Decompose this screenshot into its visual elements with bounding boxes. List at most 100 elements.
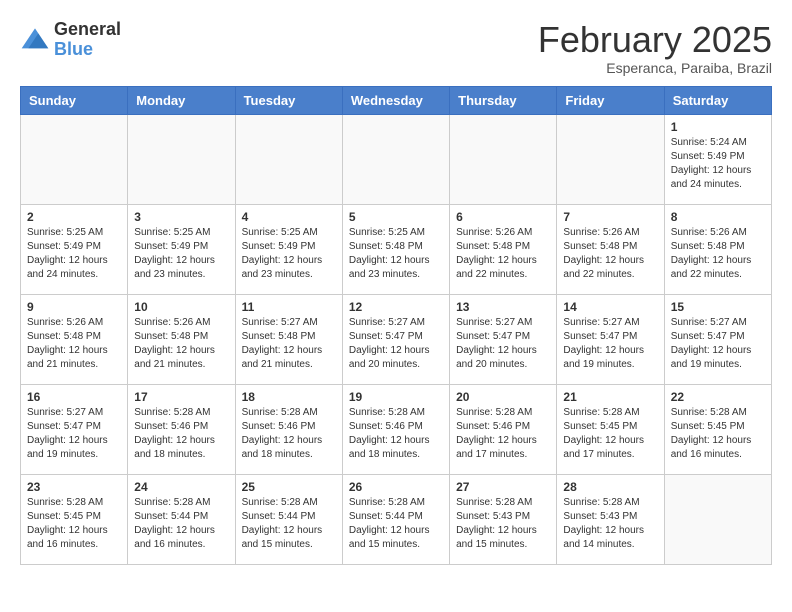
day-info: Sunrise: 5:25 AMSunset: 5:49 PMDaylight:… [27, 226, 121, 282]
calendar-day-cell: 13Sunrise: 5:27 AMSunset: 5:47 PMDayligh… [450, 294, 557, 384]
day-info: Sunrise: 5:27 AMSunset: 5:47 PMDaylight:… [27, 406, 121, 462]
day-number: 26 [349, 480, 443, 494]
day-info: Sunrise: 5:28 AMSunset: 5:45 PMDaylight:… [671, 406, 765, 462]
day-info: Sunrise: 5:27 AMSunset: 5:47 PMDaylight:… [563, 316, 657, 372]
calendar-day-cell: 10 Sunrise: 5:26 AMSunset: 5:48 PMDayligh… [128, 294, 235, 384]
calendar-day-cell: 11Sunrise: 5:27 AMSunset: 5:48 PMDayligh… [235, 294, 342, 384]
day-number: 5 [349, 210, 443, 224]
calendar-day-cell: 25 Sunrise: 5:28 AMSunset: 5:44 PMDayligh… [235, 474, 342, 564]
day-info: Sunrise: 5:24 AMSunset: 5:49 PMDaylight:… [671, 136, 765, 192]
day-of-week-header: Saturday [664, 86, 771, 114]
day-number: 16 [27, 390, 121, 404]
calendar-day-cell: 16 Sunrise: 5:27 AMSunset: 5:47 PMDayligh… [21, 384, 128, 474]
calendar-day-cell: 28Sunrise: 5:28 AMSunset: 5:43 PMDayligh… [557, 474, 664, 564]
day-number: 20 [456, 390, 550, 404]
calendar-day-cell [128, 114, 235, 204]
day-number: 4 [242, 210, 336, 224]
location-subtitle: Esperanca, Paraiba, Brazil [538, 60, 772, 76]
calendar-day-cell [450, 114, 557, 204]
day-of-week-header: Friday [557, 86, 664, 114]
day-of-week-header: Thursday [450, 86, 557, 114]
day-info: Sunrise: 5:26 AMSunset: 5:48 PMDaylight:… [563, 226, 657, 282]
day-info: Sunrise: 5:28 AMSunset: 5:45 PMDaylight:… [563, 406, 657, 462]
calendar-day-cell: 18 Sunrise: 5:28 AMSunset: 5:46 PMDayligh… [235, 384, 342, 474]
day-number: 12 [349, 300, 443, 314]
calendar-day-cell [664, 474, 771, 564]
day-number: 24 [134, 480, 228, 494]
day-info: Sunrise: 5:26 AMSunset: 5:48 PMDaylight:… [27, 316, 121, 372]
day-info: Sunrise: 5:28 AMSunset: 5:44 PMDaylight:… [134, 496, 228, 552]
logo-icon [20, 25, 50, 55]
day-of-week-header: Monday [128, 86, 235, 114]
day-number: 6 [456, 210, 550, 224]
day-number: 21 [563, 390, 657, 404]
day-number: 9 [27, 300, 121, 314]
day-number: 23 [27, 480, 121, 494]
day-number: 10 [134, 300, 228, 314]
day-number: 15 [671, 300, 765, 314]
calendar-day-cell: 14 Sunrise: 5:27 AMSunset: 5:47 PMDayligh… [557, 294, 664, 384]
calendar-week-row: 1 Sunrise: 5:24 AMSunset: 5:49 PMDaylight… [21, 114, 772, 204]
calendar-day-cell: 9 Sunrise: 5:26 AMSunset: 5:48 PMDaylight… [21, 294, 128, 384]
calendar-day-cell: 27 Sunrise: 5:28 AMSunset: 5:43 PMDayligh… [450, 474, 557, 564]
calendar-day-cell: 6 Sunrise: 5:26 AMSunset: 5:48 PMDaylight… [450, 204, 557, 294]
day-number: 19 [349, 390, 443, 404]
day-info: Sunrise: 5:28 AMSunset: 5:43 PMDaylight:… [563, 496, 657, 552]
calendar-day-cell [342, 114, 449, 204]
calendar-day-cell: 1 Sunrise: 5:24 AMSunset: 5:49 PMDaylight… [664, 114, 771, 204]
calendar-day-cell [21, 114, 128, 204]
calendar-day-cell: 21 Sunrise: 5:28 AMSunset: 5:45 PMDayligh… [557, 384, 664, 474]
calendar-week-row: 16 Sunrise: 5:27 AMSunset: 5:47 PMDayligh… [21, 384, 772, 474]
calendar-week-row: 2 Sunrise: 5:25 AMSunset: 5:49 PMDaylight… [21, 204, 772, 294]
calendar-day-cell: 2 Sunrise: 5:25 AMSunset: 5:49 PMDaylight… [21, 204, 128, 294]
day-number: 8 [671, 210, 765, 224]
calendar-day-cell: 26 Sunrise: 5:28 AMSunset: 5:44 PMDayligh… [342, 474, 449, 564]
day-of-week-header: Wednesday [342, 86, 449, 114]
day-number: 25 [242, 480, 336, 494]
day-info: Sunrise: 5:28 AMSunset: 5:46 PMDaylight:… [134, 406, 228, 462]
day-number: 14 [563, 300, 657, 314]
calendar-week-row: 23 Sunrise: 5:28 AMSunset: 5:45 PMDayligh… [21, 474, 772, 564]
day-info: Sunrise: 5:28 AMSunset: 5:43 PMDaylight:… [456, 496, 550, 552]
day-info: Sunrise: 5:28 AMSunset: 5:44 PMDaylight:… [349, 496, 443, 552]
day-number: 17 [134, 390, 228, 404]
calendar-day-cell: 5 Sunrise: 5:25 AMSunset: 5:48 PMDaylight… [342, 204, 449, 294]
calendar-table: SundayMondayTuesdayWednesdayThursdayFrid… [20, 86, 772, 565]
month-title: February 2025 [538, 20, 772, 60]
day-info: Sunrise: 5:26 AMSunset: 5:48 PMDaylight:… [456, 226, 550, 282]
day-info: Sunrise: 5:28 AMSunset: 5:46 PMDaylight:… [349, 406, 443, 462]
calendar-day-cell: 17 Sunrise: 5:28 AMSunset: 5:46 PMDayligh… [128, 384, 235, 474]
calendar-day-cell [557, 114, 664, 204]
day-number: 1 [671, 120, 765, 134]
day-info: Sunrise: 5:26 AMSunset: 5:48 PMDaylight:… [671, 226, 765, 282]
day-number: 2 [27, 210, 121, 224]
day-info: Sunrise: 5:28 AMSunset: 5:46 PMDaylight:… [242, 406, 336, 462]
calendar-day-cell: 23 Sunrise: 5:28 AMSunset: 5:45 PMDayligh… [21, 474, 128, 564]
day-info: Sunrise: 5:25 AMSunset: 5:49 PMDaylight:… [134, 226, 228, 282]
calendar-header-row: SundayMondayTuesdayWednesdayThursdayFrid… [21, 86, 772, 114]
calendar-day-cell: 4 Sunrise: 5:25 AMSunset: 5:49 PMDaylight… [235, 204, 342, 294]
calendar-day-cell: 12 Sunrise: 5:27 AMSunset: 5:47 PMDayligh… [342, 294, 449, 384]
day-info: Sunrise: 5:25 AMSunset: 5:49 PMDaylight:… [242, 226, 336, 282]
calendar-day-cell: 19 Sunrise: 5:28 AMSunset: 5:46 PMDayligh… [342, 384, 449, 474]
logo-general-text: General [54, 19, 121, 39]
day-number: 18 [242, 390, 336, 404]
day-number: 13 [456, 300, 550, 314]
day-number: 27 [456, 480, 550, 494]
day-info: Sunrise: 5:27 AMSunset: 5:47 PMDaylight:… [349, 316, 443, 372]
day-number: 3 [134, 210, 228, 224]
day-of-week-header: Sunday [21, 86, 128, 114]
day-info: Sunrise: 5:26 AMSunset: 5:48 PMDaylight:… [134, 316, 228, 372]
day-info: Sunrise: 5:28 AMSunset: 5:45 PMDaylight:… [27, 496, 121, 552]
day-number: 22 [671, 390, 765, 404]
header: General Blue February 2025 Esperanca, Pa… [20, 20, 772, 76]
calendar-week-row: 9 Sunrise: 5:26 AMSunset: 5:48 PMDaylight… [21, 294, 772, 384]
day-info: Sunrise: 5:25 AMSunset: 5:48 PMDaylight:… [349, 226, 443, 282]
day-of-week-header: Tuesday [235, 86, 342, 114]
day-info: Sunrise: 5:27 AMSunset: 5:47 PMDaylight:… [671, 316, 765, 372]
day-number: 7 [563, 210, 657, 224]
calendar-day-cell: 24 Sunrise: 5:28 AMSunset: 5:44 PMDayligh… [128, 474, 235, 564]
day-info: Sunrise: 5:28 AMSunset: 5:44 PMDaylight:… [242, 496, 336, 552]
calendar-day-cell: 15 Sunrise: 5:27 AMSunset: 5:47 PMDayligh… [664, 294, 771, 384]
logo-blue-text: Blue [54, 39, 93, 59]
